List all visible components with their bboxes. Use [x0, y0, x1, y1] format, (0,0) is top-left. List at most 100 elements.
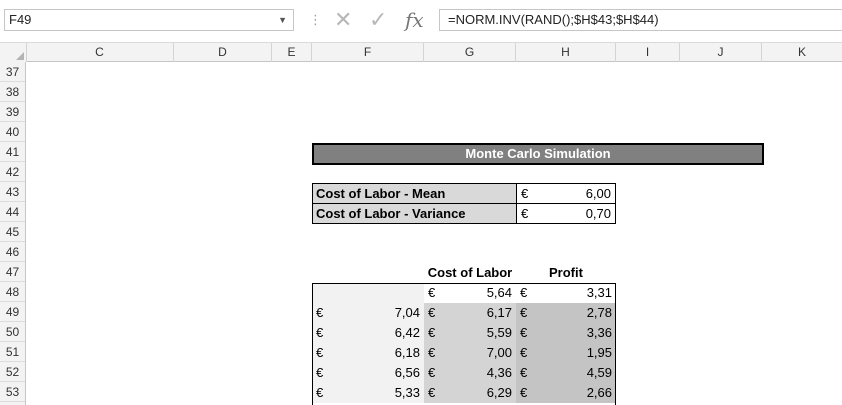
currency-symbol: € [520, 305, 528, 320]
column-header-f[interactable]: F [312, 43, 424, 62]
currency-symbol: € [316, 305, 324, 320]
row-header[interactable]: 40 [0, 122, 25, 142]
cell-value: 2,66 [586, 385, 612, 400]
currency-symbol: € [428, 385, 436, 400]
column-header-e[interactable]: E [272, 43, 312, 62]
row-header-bar: 37 38 39 40 41 42 43 44 45 46 47 48 49 5… [0, 62, 26, 405]
column-header-i[interactable]: I [616, 43, 680, 62]
formula-bar: F49 ▼ ⋮ ✕ ✓ fx =NORM.INV(RAND();$H$43;$H… [0, 0, 842, 42]
table-row-cell-g[interactable]: € 5,59 [424, 323, 516, 343]
row-header[interactable]: 38 [0, 82, 25, 102]
enter-icon[interactable]: ✓ [369, 6, 387, 34]
table-row-cell-h[interactable]: € 3,31 [516, 283, 616, 303]
currency-symbol: € [520, 365, 528, 380]
cell-value: 7,04 [394, 305, 420, 320]
currency-symbol: € [316, 385, 324, 400]
row-header[interactable]: 51 [0, 342, 25, 362]
simulation-title: Monte Carlo Simulation [312, 143, 764, 165]
param-value-mean[interactable]: € 6,00 [517, 183, 616, 204]
name-box-dropdown-icon[interactable]: ▼ [278, 10, 287, 30]
table-row-cell-f[interactable]: € 6,18 [312, 343, 424, 363]
spreadsheet-grid: C D E F G H I J K 37 38 39 40 41 42 43 4… [0, 42, 842, 405]
formula-bar-grip-icon: ⋮ [309, 12, 322, 27]
table-row-cell-f[interactable] [312, 283, 424, 303]
select-all-corner[interactable] [0, 43, 27, 62]
table-row-cell-f[interactable]: € 5,33 [312, 383, 424, 403]
row-header[interactable]: 42 [0, 162, 25, 182]
row-header[interactable]: 44 [0, 202, 25, 222]
row-header[interactable]: 47 [0, 262, 25, 282]
table-row-cell-f[interactable]: € 6,56 [312, 363, 424, 383]
currency-symbol: € [428, 345, 436, 360]
cell-value: 3,31 [586, 285, 612, 300]
table-row-cell-h[interactable]: € 4,59 [516, 363, 616, 383]
row-header[interactable]: 37 [0, 62, 25, 82]
column-header-g[interactable]: G [424, 43, 516, 62]
currency-symbol: € [316, 345, 324, 360]
table-row-cell-f[interactable]: € 6,42 [312, 323, 424, 343]
cell-value: 6,56 [394, 365, 420, 380]
currency-symbol: € [316, 325, 324, 340]
cell-value: 4,36 [486, 365, 512, 380]
currency-symbol: € [428, 365, 436, 380]
cell-value: 7,00 [486, 345, 512, 360]
table-row-cell-g[interactable]: € 4,36 [424, 363, 516, 383]
column-header-bar: C D E F G H I J K [0, 42, 842, 62]
currency-symbol: € [520, 285, 528, 300]
row-header[interactable]: 52 [0, 362, 25, 382]
row-header[interactable]: 43 [0, 182, 25, 202]
param-label-variance[interactable]: Cost of Labor - Variance [312, 203, 517, 224]
cell-value: 4,59 [586, 365, 612, 380]
column-header-k[interactable]: K [762, 43, 842, 62]
cell-value: 1,95 [586, 345, 612, 360]
table-row-cell-h[interactable]: € 2,78 [516, 303, 616, 323]
table-row-cell-h[interactable]: € 2,66 [516, 383, 616, 403]
row-header[interactable]: 39 [0, 102, 25, 122]
cell-area[interactable]: Monte Carlo Simulation Cost of Labor - M… [26, 62, 842, 405]
currency-symbol: € [521, 206, 529, 221]
cell-value: 5,59 [486, 325, 512, 340]
currency-symbol: € [521, 186, 529, 201]
row-header[interactable]: 45 [0, 222, 25, 242]
table-row-cell-h[interactable]: € 3,36 [516, 323, 616, 343]
cancel-icon[interactable]: ✕ [334, 6, 352, 34]
column-header-j[interactable]: J [680, 43, 762, 62]
column-header-d[interactable]: D [174, 43, 272, 62]
currency-symbol: € [520, 325, 528, 340]
currency-symbol: € [428, 285, 436, 300]
table-row-cell-g[interactable]: € 7,00 [424, 343, 516, 363]
param-value-variance[interactable]: € 0,70 [517, 203, 616, 224]
param-label-mean[interactable]: Cost of Labor - Mean [312, 183, 517, 204]
row-header[interactable]: 46 [0, 242, 25, 262]
cell-value: 6,42 [394, 325, 420, 340]
select-all-icon [16, 52, 24, 60]
row-header[interactable]: 50 [0, 322, 25, 342]
header-profit[interactable]: Profit [516, 263, 616, 283]
currency-symbol: € [520, 345, 528, 360]
cell-value: 5,64 [486, 285, 512, 300]
table-row-cell-g[interactable]: € 6,17 [424, 303, 516, 323]
table-row-cell-g[interactable]: € 5,64 [424, 283, 516, 303]
currency-symbol: € [316, 365, 324, 380]
column-header-c[interactable]: C [26, 43, 174, 62]
row-header[interactable]: 48 [0, 282, 25, 302]
param-value-variance-number: 0,70 [585, 206, 611, 221]
table-row-cell-h[interactable]: € 1,95 [516, 343, 616, 363]
table-row-cell-f[interactable]: € 7,04 [312, 303, 424, 323]
header-cost-of-labor[interactable]: Cost of Labor [424, 263, 516, 283]
row-header[interactable]: 53 [0, 382, 25, 402]
formula-input[interactable]: =NORM.INV(RAND();$H$43;$H$44) [439, 9, 842, 31]
cell-value: 6,18 [394, 345, 420, 360]
cell-value: 6,29 [486, 385, 512, 400]
cell-value: 5,33 [394, 385, 420, 400]
cell-value: 6,17 [486, 305, 512, 320]
column-header-h[interactable]: H [516, 43, 616, 62]
row-header[interactable]: 49 [0, 302, 25, 322]
row-header[interactable]: 41 [0, 142, 25, 162]
function-icon[interactable]: fx [405, 6, 424, 34]
name-box[interactable]: F49 ▼ [4, 9, 294, 31]
currency-symbol: € [428, 305, 436, 320]
cell-value: 2,78 [586, 305, 612, 320]
cell-value: 3,36 [586, 325, 612, 340]
table-row-cell-g[interactable]: € 6,29 [424, 383, 516, 403]
